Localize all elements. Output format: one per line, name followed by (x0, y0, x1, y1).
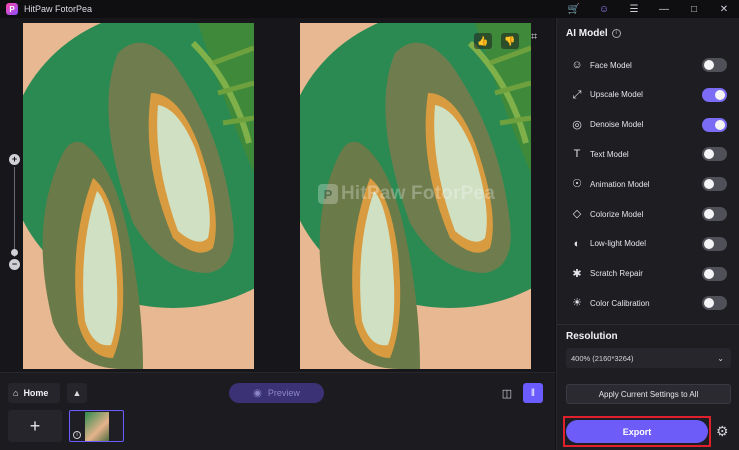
model-toggle[interactable] (702, 58, 727, 72)
scratch-icon: ✱ (572, 267, 582, 280)
resolution-value: 400% (2160*3264) (571, 353, 634, 363)
model-label: Face Model (590, 60, 632, 70)
window-controls: 🛒 ☺ ☰ — □ ✕ (559, 0, 739, 18)
lowlight-icon: ◐ (573, 237, 581, 250)
model-toggle[interactable] (702, 296, 727, 311)
model-toggle[interactable] (702, 207, 727, 221)
model-label: Scratch Repair (590, 269, 643, 279)
minimize-icon[interactable]: — (649, 0, 679, 18)
menu-icon[interactable]: ☰ (619, 0, 649, 18)
chevron-down-icon: ⌄ (717, 353, 724, 363)
toggle-knob (704, 60, 714, 70)
model-row: ⤢ Upscale Model (571, 87, 727, 103)
model-label: Low-light Model (590, 239, 647, 249)
original-image (23, 23, 254, 369)
toggle-knob (704, 268, 714, 279)
watermark-text: HitPaw FotorPea (341, 183, 495, 204)
settings-panel: AI Model i ☺ Face Model ⤢ Upscale Model ◎ Den… (556, 18, 739, 450)
shoes-photo-original (23, 23, 254, 369)
close-icon[interactable]: ✕ (709, 0, 739, 18)
thumbs-up-icon[interactable]: 👍 (474, 33, 492, 49)
model-toggle[interactable] (702, 147, 727, 162)
model-toggle[interactable] (702, 236, 727, 251)
info-icon[interactable]: i (611, 29, 621, 38)
add-file-button[interactable]: + (8, 410, 62, 442)
resolution-dropdown[interactable]: 400% (2160*3264) ⌄ (566, 348, 731, 368)
chevron-up-icon: ▲ (72, 388, 82, 398)
model-row: ◇ Colorize Model (571, 206, 727, 222)
eye-icon: ◉ (253, 387, 262, 399)
app-window: P HitPaw FotorPea 🛒 ☺ ☰ — □ ✕ + − P HitP… (0, 0, 739, 450)
model-label: Text Model (590, 149, 629, 159)
model-label: Denoise Model (590, 120, 644, 130)
toggle-knob (715, 89, 725, 100)
divider (557, 324, 739, 325)
home-label: Home (23, 388, 49, 398)
toggle-knob (704, 238, 714, 249)
crop-icon[interactable]: ⌗ (531, 31, 537, 44)
zoom-track[interactable] (14, 167, 15, 257)
model-toggle[interactable] (702, 117, 727, 132)
zoom-handle[interactable] (11, 249, 18, 256)
model-row: ☺ Face Model (571, 57, 727, 73)
side-by-side-view-icon[interactable]: ‖ (523, 383, 543, 403)
toggle-knob (704, 179, 714, 190)
app-logo-icon: P (6, 3, 18, 15)
thumbnail-image (85, 412, 109, 441)
home-icon: ⌂ (13, 388, 19, 398)
model-row: ☀ Color Calibration (571, 295, 727, 311)
toggle-knob (704, 149, 714, 160)
model-toggle[interactable] (702, 87, 727, 102)
user-icon[interactable]: ☺ (589, 0, 619, 18)
preview-button[interactable]: ◉ Preview (229, 383, 324, 403)
apply-to-all-button[interactable]: Apply Current Settings to All (566, 384, 731, 404)
model-toggle[interactable] (702, 266, 727, 281)
colorize-icon: ◇ (572, 208, 582, 220)
denoise-icon: ◎ (572, 118, 582, 131)
preview-label: Preview (267, 388, 300, 398)
enhanced-image: P HitPaw FotorPea 👍 👎 (300, 23, 531, 369)
model-label: Animation Model (590, 179, 650, 189)
gear-icon[interactable]: ⚙ (716, 423, 729, 440)
toggle-knob (704, 298, 714, 309)
watermark: P HitPaw FotorPea (318, 183, 495, 205)
model-row: ◎ Denoise Model (571, 117, 727, 133)
text-icon: T (573, 148, 581, 161)
resolution-heading: Resolution (566, 331, 618, 342)
ai-model-title: AI Model (566, 28, 608, 39)
ai-model-heading: AI Model i (566, 28, 621, 39)
model-label: Colorize Model (590, 209, 644, 219)
watermark-logo-icon: P (318, 184, 338, 204)
thumbnail-info-icon[interactable]: i (73, 431, 81, 439)
face-icon: ☺ (571, 59, 583, 71)
model-label: Color Calibration (590, 298, 650, 308)
thumbs-down-icon[interactable]: 👎 (501, 33, 519, 49)
toggle-knob (704, 209, 714, 219)
export-button[interactable]: Export (566, 420, 708, 443)
calibration-icon: ☀ (572, 297, 582, 310)
toggle-knob (715, 119, 725, 130)
model-row: ◐ Low-light Model (571, 236, 727, 252)
preview-canvas: + − P HitPaw FotorPea 👍 👎 ⌗ (0, 18, 555, 372)
split-view-icon[interactable]: ◫ (499, 385, 515, 401)
bottom-toolbar: ⌂ Home ▲ ◉ Preview ◫ ‖ + i (0, 372, 555, 450)
zoom-slider[interactable]: + − (9, 153, 21, 271)
upscale-icon: ⤢ (572, 88, 582, 101)
app-title: HitPaw FotorPea (24, 4, 93, 14)
home-button[interactable]: ⌂ Home (8, 383, 60, 403)
animation-icon: ☉ (572, 178, 582, 191)
model-row: ✱ Scratch Repair (571, 266, 727, 282)
zoom-in-icon[interactable]: + (9, 154, 20, 165)
model-row: T Text Model (571, 146, 727, 162)
image-thumbnail[interactable]: i (69, 410, 124, 442)
model-label: Upscale Model (590, 90, 643, 100)
collapse-button[interactable]: ▲ (67, 383, 87, 403)
maximize-icon[interactable]: □ (679, 0, 709, 18)
zoom-out-icon[interactable]: − (9, 259, 20, 270)
title-bar: P HitPaw FotorPea 🛒 ☺ ☰ — □ ✕ (0, 0, 739, 18)
model-toggle[interactable] (702, 177, 727, 192)
cart-icon[interactable]: 🛒 (559, 0, 589, 18)
model-row: ☉ Animation Model (571, 176, 727, 192)
